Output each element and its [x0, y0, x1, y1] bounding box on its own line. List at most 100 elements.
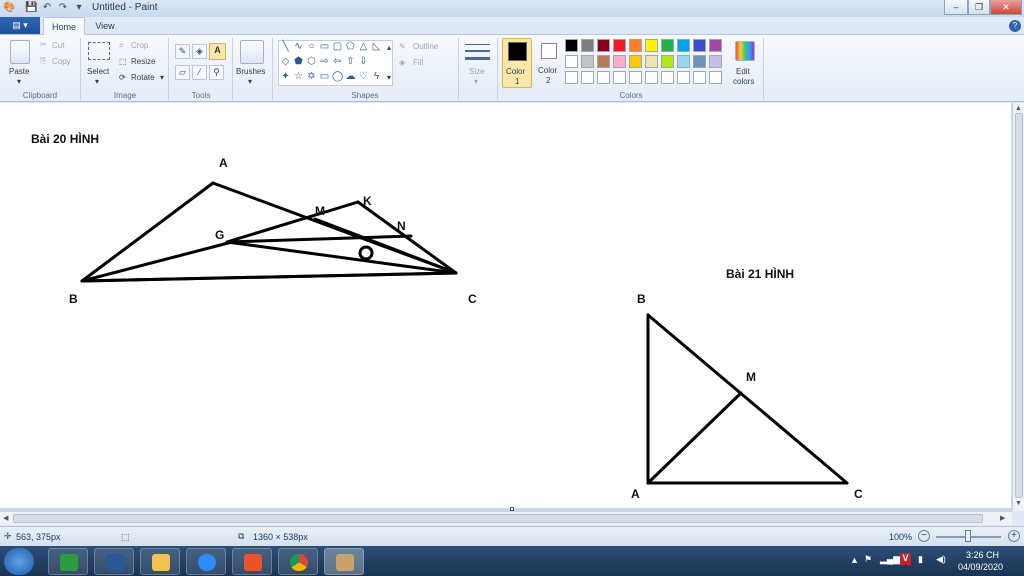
palette-swatch[interactable]	[677, 55, 690, 68]
scroll-down-icon[interactable]: ▼	[1015, 500, 1022, 507]
left-arrow-shape-icon[interactable]: ⇦	[332, 57, 343, 68]
palette-swatch[interactable]	[661, 55, 674, 68]
palette-swatch[interactable]	[597, 55, 610, 68]
lightning-shape-icon[interactable]: ϟ	[371, 72, 382, 83]
palette-swatch[interactable]	[661, 39, 674, 52]
zoom-in-button[interactable]: +	[1008, 530, 1020, 542]
brushes-button[interactable]: Brushes	[236, 67, 265, 76]
brushes-icon[interactable]	[240, 40, 264, 64]
paste-dropdown-icon[interactable]: ▾	[17, 77, 21, 86]
fill-bucket-icon[interactable]: ◈	[192, 44, 207, 59]
up-arrow-shape-icon[interactable]: ⇧	[345, 57, 356, 68]
color1-button[interactable]: Color 1	[502, 38, 532, 88]
edit-colors-button-line2[interactable]: colors	[733, 77, 754, 86]
color-picker-icon[interactable]: ⁄	[192, 65, 207, 80]
crop-icon[interactable]: ⌗	[119, 41, 124, 51]
pencil-icon[interactable]: ✎	[175, 44, 190, 59]
size-dropdown-icon[interactable]: ▾	[474, 77, 478, 86]
shapes-more-icon[interactable]: ▾	[387, 73, 391, 82]
horizontal-scroll-thumb[interactable]	[13, 514, 983, 523]
edit-colors-icon[interactable]	[735, 41, 755, 61]
zoom-out-button[interactable]: −	[918, 530, 930, 542]
palette-swatch[interactable]	[645, 39, 658, 52]
palette-swatch[interactable]	[597, 71, 610, 84]
six-point-star-icon[interactable]: ✡	[306, 72, 317, 83]
palette-swatch[interactable]	[597, 39, 610, 52]
file-menu-button[interactable]: ▤ ▾	[0, 17, 40, 34]
shapes-scroll-icon[interactable]: ▴	[387, 43, 391, 52]
fill-button[interactable]: Fill	[413, 58, 423, 67]
taskbar-zoom[interactable]	[186, 548, 226, 575]
rounded-rectangle-shape-icon[interactable]: ▢	[332, 42, 343, 53]
magnifier-icon[interactable]: ⚲	[209, 65, 224, 80]
polygon-shape-icon[interactable]: ⬠	[345, 42, 356, 53]
right-triangle-shape-icon[interactable]: ◺	[371, 42, 382, 53]
palette-swatch[interactable]	[693, 71, 706, 84]
five-point-star-icon[interactable]: ☆	[293, 72, 304, 83]
rotate-icon[interactable]: ⟳	[119, 73, 126, 82]
select-icon[interactable]	[88, 42, 110, 60]
eraser-icon[interactable]: ▱	[175, 65, 190, 80]
resize-icon[interactable]: ⬚	[119, 57, 127, 66]
palette-swatch[interactable]	[661, 71, 674, 84]
taskbar-word[interactable]	[94, 548, 134, 575]
text-tool-icon[interactable]: A	[209, 43, 226, 60]
shapes-gallery[interactable]: ╲ ∿ ○ ▭ ▢ ⬠ △ ◺ ◇ ⬟ ⬡ ⇨ ⇦ ⇧ ⇩ ✦ ☆ ✡ ▭ ◯ …	[278, 40, 393, 86]
paint-app-icon[interactable]: 🎨	[3, 2, 15, 14]
down-arrow-shape-icon[interactable]: ⇩	[358, 57, 369, 68]
scroll-left-icon[interactable]: ◀	[3, 514, 8, 522]
palette-swatch[interactable]	[565, 39, 578, 52]
taskbar-chrome[interactable]	[278, 548, 318, 575]
copy-button[interactable]: Copy	[52, 57, 71, 66]
right-arrow-shape-icon[interactable]: ⇨	[319, 57, 330, 68]
heart-shape-icon[interactable]: ♡	[358, 72, 369, 83]
clipboard-icon[interactable]	[10, 40, 30, 64]
vertical-scrollbar[interactable]: ▲ ▼	[1012, 103, 1024, 511]
select-dropdown-icon[interactable]: ▾	[95, 77, 99, 86]
palette-swatch[interactable]	[581, 39, 594, 52]
palette-swatch[interactable]	[565, 55, 578, 68]
crop-button[interactable]: Crop	[131, 41, 148, 50]
vertical-scroll-thumb[interactable]	[1015, 113, 1023, 498]
customize-quick-access-icon[interactable]: ▾	[73, 2, 85, 14]
palette-swatch[interactable]	[565, 71, 578, 84]
zoom-slider-thumb[interactable]	[965, 530, 971, 542]
taskbar-paint[interactable]	[324, 548, 364, 575]
cut-icon[interactable]: ✂	[40, 40, 47, 49]
palette-swatch[interactable]	[693, 55, 706, 68]
battery-icon[interactable]: ▮	[918, 554, 923, 565]
size-button[interactable]: Size	[469, 67, 485, 76]
callout-oval-icon[interactable]: ◯	[332, 72, 343, 83]
rotate-button[interactable]: Rotate	[131, 73, 155, 82]
outline-button[interactable]: Outline	[413, 42, 438, 51]
close-button[interactable]: ✕	[990, 0, 1022, 15]
line-shape-icon[interactable]: ╲	[280, 42, 291, 53]
palette-swatch[interactable]	[709, 71, 722, 84]
volume-icon[interactable]: ◀)	[936, 554, 946, 565]
antivirus-icon[interactable]: V	[900, 553, 911, 565]
select-button[interactable]: Select	[87, 67, 109, 76]
redo-icon[interactable]: ↷	[57, 2, 69, 14]
save-icon[interactable]: 💾	[25, 2, 37, 14]
palette-swatch[interactable]	[629, 71, 642, 84]
scroll-right-icon[interactable]: ▶	[1000, 514, 1005, 522]
clock-date[interactable]: 04/09/2020	[958, 562, 1003, 572]
palette-swatch[interactable]	[613, 55, 626, 68]
triangle-shape-icon[interactable]: △	[358, 42, 369, 53]
palette-swatch[interactable]	[629, 55, 642, 68]
paste-button[interactable]: Paste	[9, 67, 29, 76]
start-button[interactable]	[4, 548, 34, 575]
palette-swatch[interactable]	[645, 71, 658, 84]
taskbar-app-1[interactable]	[48, 548, 88, 575]
rectangle-shape-icon[interactable]: ▭	[319, 42, 330, 53]
palette-swatch[interactable]	[677, 39, 690, 52]
help-icon[interactable]: ?	[1009, 20, 1021, 32]
four-point-star-icon[interactable]: ✦	[280, 72, 291, 83]
size-icon[interactable]	[465, 42, 490, 66]
taskbar-security[interactable]	[232, 548, 272, 575]
edit-colors-button[interactable]: Edit	[736, 67, 750, 76]
palette-swatch[interactable]	[677, 71, 690, 84]
restore-button[interactable]: ❐	[968, 0, 990, 15]
palette-swatch[interactable]	[645, 55, 658, 68]
tab-view[interactable]: View	[88, 17, 122, 35]
